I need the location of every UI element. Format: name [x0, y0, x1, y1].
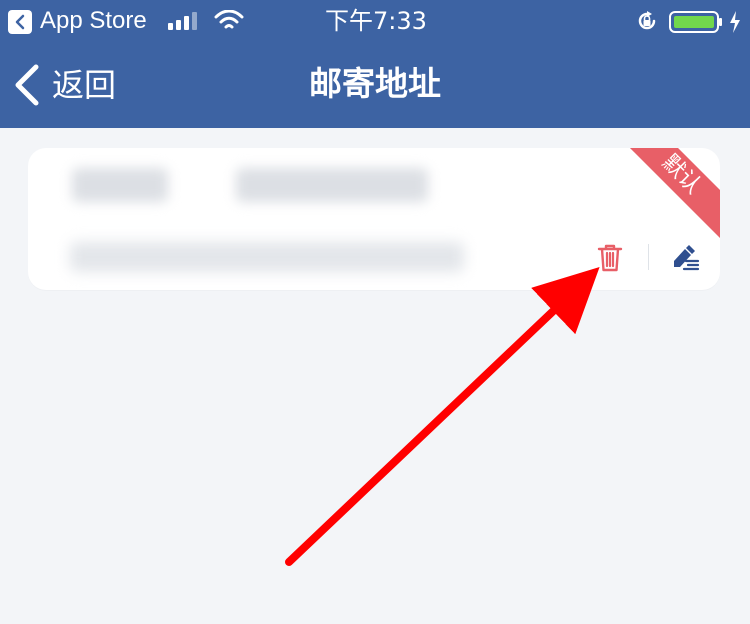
delete-button[interactable] [594, 242, 626, 274]
redacted-name [72, 168, 168, 202]
default-badge: 默认 [615, 148, 720, 241]
back-app-label[interactable]: App Store [40, 6, 147, 36]
page-title: 邮寄地址 [309, 64, 441, 103]
trash-icon [594, 242, 626, 274]
charging-icon [728, 10, 742, 38]
redacted-address [70, 242, 464, 272]
signal-icon [168, 12, 200, 34]
address-card[interactable]: 默认 [28, 148, 720, 290]
wifi-icon [214, 9, 244, 36]
back-to-app-icon[interactable] [8, 10, 32, 34]
rotation-lock-icon [636, 10, 658, 36]
edit-button[interactable] [668, 240, 700, 272]
status-time: 下午7:33 [325, 7, 427, 35]
top-bar: App Store 下午7:33 返回 邮寄地址 [0, 0, 750, 128]
navigation-bar: 返回 邮寄地址 [0, 42, 750, 128]
redacted-phone [236, 168, 428, 202]
edit-pencil-icon [668, 240, 700, 272]
action-divider [648, 244, 649, 270]
status-bar: App Store 下午7:33 [0, 0, 750, 42]
battery-icon [669, 10, 723, 38]
